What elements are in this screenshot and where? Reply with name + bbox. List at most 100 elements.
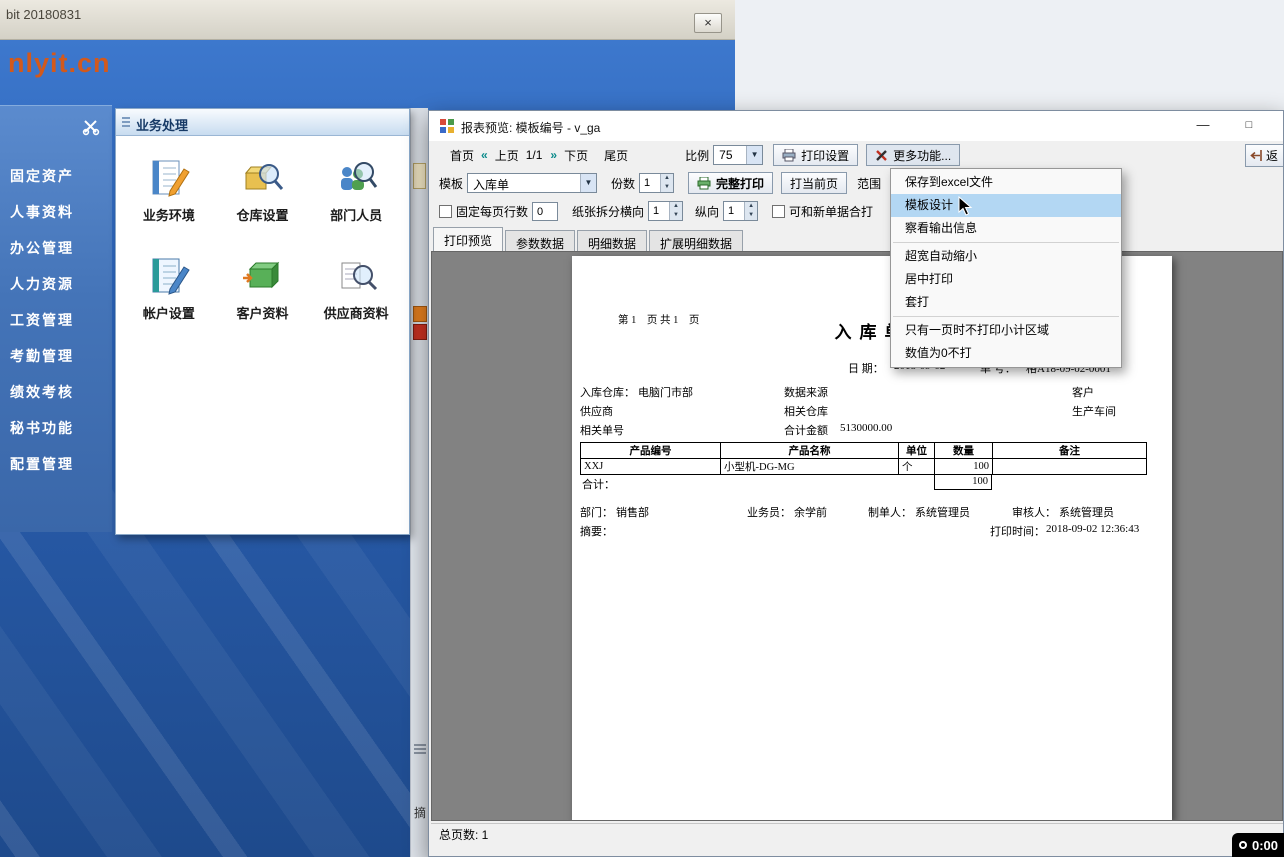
- scissors-icon[interactable]: [82, 118, 100, 136]
- print-setup-button[interactable]: 打印设置: [773, 144, 858, 166]
- split-horizontal-spinner[interactable]: 1 ▲ ▼: [648, 201, 683, 221]
- tab-extended-detail-data[interactable]: 扩展明细数据: [649, 230, 743, 251]
- return-icon: [1250, 149, 1263, 162]
- next-page-button[interactable]: 下页: [559, 145, 593, 166]
- red-button-fragment[interactable]: [413, 324, 427, 340]
- scale-select[interactable]: 75 ▼: [713, 145, 763, 165]
- chevron-down-icon[interactable]: ▼: [580, 174, 596, 192]
- spinner-buttons[interactable]: ▲ ▼: [744, 202, 757, 220]
- tool-account-settings[interactable]: 帐户设置: [123, 254, 215, 322]
- spin-up-icon[interactable]: ▲: [661, 174, 673, 183]
- sidebar-item-hr[interactable]: 人力资源: [0, 266, 112, 302]
- menu-item-template-design[interactable]: 模板设计: [891, 194, 1121, 217]
- sidebar-item-salary[interactable]: 工资管理: [0, 302, 112, 338]
- business-panel-header[interactable]: 业务处理: [116, 109, 409, 136]
- field-warehouse-value: 电脑门市部: [638, 384, 693, 400]
- brand-logo: nlyit.cn: [8, 48, 111, 79]
- footer-maker-value: 系统管理员: [915, 504, 970, 520]
- range-label: 范围: [857, 175, 881, 192]
- clipped-label-fragment: 摘: [414, 804, 426, 821]
- menu-item-overlay-print[interactable]: 套打: [891, 291, 1121, 314]
- sidebar-item-fixed-assets[interactable]: 固定资产: [0, 158, 112, 194]
- field-supplier-label: 供应商: [580, 403, 613, 419]
- footer-auditor-value: 系统管理员: [1059, 504, 1114, 520]
- business-panel: 业务处理 业务环境: [115, 108, 410, 535]
- more-functions-label: 更多功能...: [893, 147, 951, 164]
- spin-up-icon[interactable]: ▲: [670, 202, 682, 211]
- first-page-button[interactable]: 首页: [445, 145, 479, 166]
- menu-item-center-print[interactable]: 居中打印: [891, 268, 1121, 291]
- more-functions-menu: 保存到excel文件 模板设计 察看输出信息 超宽自动缩小 居中打印 套打 只有…: [890, 168, 1122, 368]
- main-close-button[interactable]: ×: [694, 13, 722, 33]
- tool-label: 供应商资料: [310, 303, 402, 322]
- menu-item-skip-subtotal-single-page[interactable]: 只有一页时不打印小计区域: [891, 319, 1121, 342]
- cell-unit: 个: [899, 459, 935, 475]
- prev-page-button[interactable]: 上页: [490, 145, 524, 166]
- fixed-rows-input[interactable]: 0: [532, 202, 558, 221]
- combine-checkbox[interactable]: [772, 205, 785, 218]
- sidebar-item-personnel[interactable]: 人事资料: [0, 194, 112, 230]
- field-rel-warehouse-label: 相关仓库: [784, 403, 828, 419]
- chevron-down-icon[interactable]: ▼: [746, 146, 762, 164]
- tool-customer-data[interactable]: 客户资料: [216, 254, 308, 322]
- field-data-source-label: 数据来源: [784, 384, 828, 400]
- tab-detail-data[interactable]: 明细数据: [577, 230, 647, 251]
- spinner-buttons[interactable]: ▲ ▼: [660, 174, 673, 192]
- spinner-buttons[interactable]: ▲ ▼: [669, 202, 682, 220]
- footer-maker-label: 制单人：: [868, 504, 912, 520]
- menu-item-auto-shrink[interactable]: 超宽自动缩小: [891, 245, 1121, 268]
- orange-button-fragment[interactable]: [413, 306, 427, 322]
- menu-item-skip-zero-values[interactable]: 数值为0不打: [891, 342, 1121, 365]
- sidebar-item-office[interactable]: 办公管理: [0, 230, 112, 266]
- copies-spinner[interactable]: 1 ▲ ▼: [639, 173, 674, 193]
- preview-titlebar[interactable]: 报表预览: 模板编号 - v_ga — □: [429, 111, 1283, 141]
- menu-item-view-output-info[interactable]: 察看输出信息: [891, 217, 1121, 240]
- fixed-rows-checkbox[interactable]: [439, 205, 452, 218]
- hidden-window-tab[interactable]: [413, 163, 426, 189]
- tab-parameter-data[interactable]: 参数数据: [505, 230, 575, 251]
- tool-supplier-data[interactable]: 供应商资料: [310, 254, 402, 322]
- spin-down-icon[interactable]: ▼: [670, 211, 682, 220]
- menu-separator: [893, 316, 1119, 317]
- last-page-button[interactable]: 尾页: [599, 145, 633, 166]
- field-warehouse-label: 入库仓库：: [580, 384, 635, 400]
- tool-warehouse-settings[interactable]: 仓库设置: [216, 156, 308, 224]
- spin-down-icon[interactable]: ▼: [745, 211, 757, 220]
- scale-label: 比例: [685, 147, 709, 164]
- split-horizontal-value: 1: [649, 202, 669, 220]
- split-vertical-value: 1: [724, 202, 744, 220]
- template-select[interactable]: 入库单 ▼: [467, 173, 597, 193]
- col-quantity: 数量: [935, 443, 993, 459]
- spin-down-icon[interactable]: ▼: [661, 183, 673, 192]
- menu-item-save-to-excel[interactable]: 保存到excel文件: [891, 171, 1121, 194]
- hidden-window-edge: 摘: [410, 108, 428, 857]
- sidebar-item-configuration[interactable]: 配置管理: [0, 446, 112, 482]
- minimize-button[interactable]: —: [1181, 111, 1225, 141]
- col-product-name: 产品名称: [721, 443, 899, 459]
- footer-dept-label: 部门：: [580, 504, 613, 520]
- close-icon: ×: [704, 15, 712, 30]
- main-titlebar[interactable]: bit 20180831 ×: [0, 0, 735, 40]
- cell-quantity: 100: [935, 459, 993, 475]
- tool-department-staff[interactable]: 部门人员: [310, 156, 402, 224]
- footer-salesman-value: 余学前: [794, 504, 827, 520]
- sidebar-item-attendance[interactable]: 考勤管理: [0, 338, 112, 374]
- spin-up-icon[interactable]: ▲: [745, 202, 757, 211]
- print-current-page-button[interactable]: 打当前页: [781, 172, 847, 194]
- magnifier-box-icon: [240, 156, 284, 200]
- full-print-button[interactable]: 完整打印: [688, 172, 773, 194]
- tool-business-env[interactable]: 业务环境: [123, 156, 215, 224]
- preview-canvas[interactable]: 第 1 页 共 1 页 入库单 日 期： 2018-09-02 单 号： 格A1…: [431, 251, 1283, 821]
- tools-icon: [875, 149, 888, 162]
- tab-print-preview[interactable]: 打印预览: [433, 227, 503, 251]
- preview-statusbar: 总页数: 1: [431, 823, 1283, 847]
- sidebar-item-performance[interactable]: 绩效考核: [0, 374, 112, 410]
- maximize-button[interactable]: □: [1227, 111, 1271, 141]
- more-functions-button[interactable]: 更多功能...: [866, 144, 960, 166]
- minimize-icon: —: [1197, 117, 1210, 132]
- template-label: 模板: [439, 175, 463, 192]
- return-button[interactable]: 返: [1245, 144, 1284, 167]
- split-vertical-spinner[interactable]: 1 ▲ ▼: [723, 201, 758, 221]
- copies-value: 1: [640, 174, 660, 192]
- sidebar-item-secretary[interactable]: 秘书功能: [0, 410, 112, 446]
